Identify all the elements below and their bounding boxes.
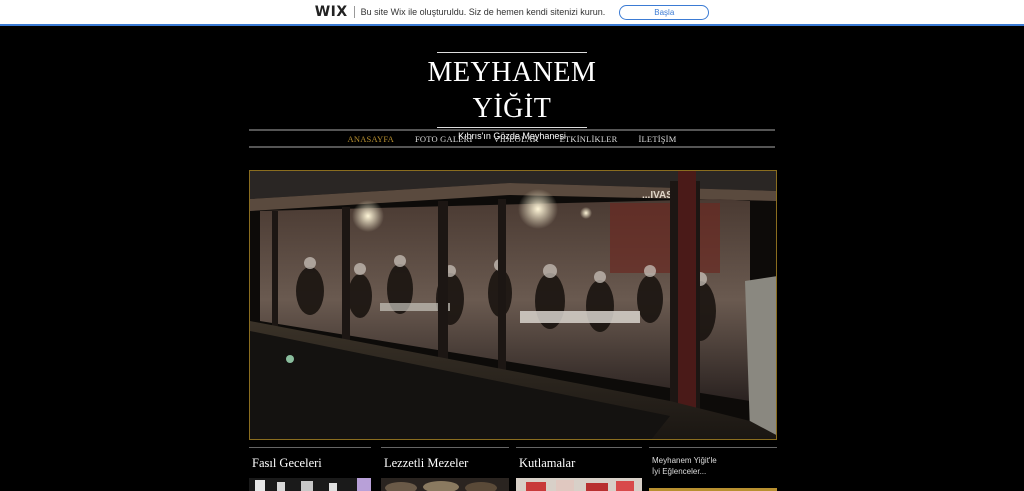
- nav-item-foto-galeri[interactable]: FOTO GALERİ: [415, 134, 473, 144]
- nav-item-anasayfa[interactable]: ANASAYFA: [348, 134, 394, 144]
- chandelier-icon: [352, 200, 384, 232]
- site-title: MEYHANEM YİĞİT: [427, 57, 597, 124]
- nav-item-etkinlikler[interactable]: ETKİNLİKLER: [560, 134, 618, 144]
- hero-image: ...IVAS: [249, 170, 777, 440]
- card-title: Kutlamalar: [519, 456, 576, 470]
- restaurant-photo: ...IVAS: [250, 171, 776, 439]
- nav-item-videolar[interactable]: VİDEOLAR: [494, 134, 539, 144]
- banner-divider: [353, 6, 355, 18]
- lamp-icon: [580, 207, 592, 219]
- logo-top-rule: [437, 52, 587, 53]
- wix-banner-message: Bu site Wix ile oluşturuldu. Siz de heme…: [360, 7, 606, 17]
- wix-banner: WIX Bu site Wix ile oluşturuldu. Siz de …: [0, 0, 1024, 26]
- card-text-line-2: İyi Eğlenceler...: [652, 467, 707, 476]
- card-thumbnail: [249, 478, 371, 491]
- card-thumbnail: [381, 478, 509, 491]
- card-title: Fasıl Geceleri: [252, 456, 322, 470]
- card-title: Lezzetli Mezeler: [384, 456, 469, 470]
- card-kutlamalar[interactable]: Kutlamalar: [516, 447, 642, 491]
- site-logo[interactable]: MEYHANEM YİĞİT Kıbrıs'ın Gözde Meyhanesi: [392, 52, 632, 141]
- card-text-line-1: Meyhanem Yiğit'le: [652, 456, 717, 465]
- start-button[interactable]: Başla: [619, 4, 710, 20]
- main-nav: ANASAYFA FOTO GALERİ VİDEOLAR ETKİNLİKLE…: [249, 129, 775, 148]
- nav-item-iletisim[interactable]: İLETİŞİM: [639, 134, 677, 144]
- hero-sign-text: ...IVAS: [642, 190, 673, 201]
- logo-bottom-rule: [437, 127, 587, 128]
- card-fasil-geceleri[interactable]: Fasıl Geceleri: [249, 447, 371, 491]
- card-lezzetli-mezeler[interactable]: Lezzetli Mezeler: [381, 447, 509, 491]
- card-iyi-eglenceler[interactable]: Meyhanem Yiğit'le İyi Eğlenceler...: [649, 447, 777, 491]
- card-thumbnail: [516, 478, 642, 491]
- wix-logo[interactable]: WIX: [315, 4, 348, 20]
- chandelier-icon: [518, 189, 558, 229]
